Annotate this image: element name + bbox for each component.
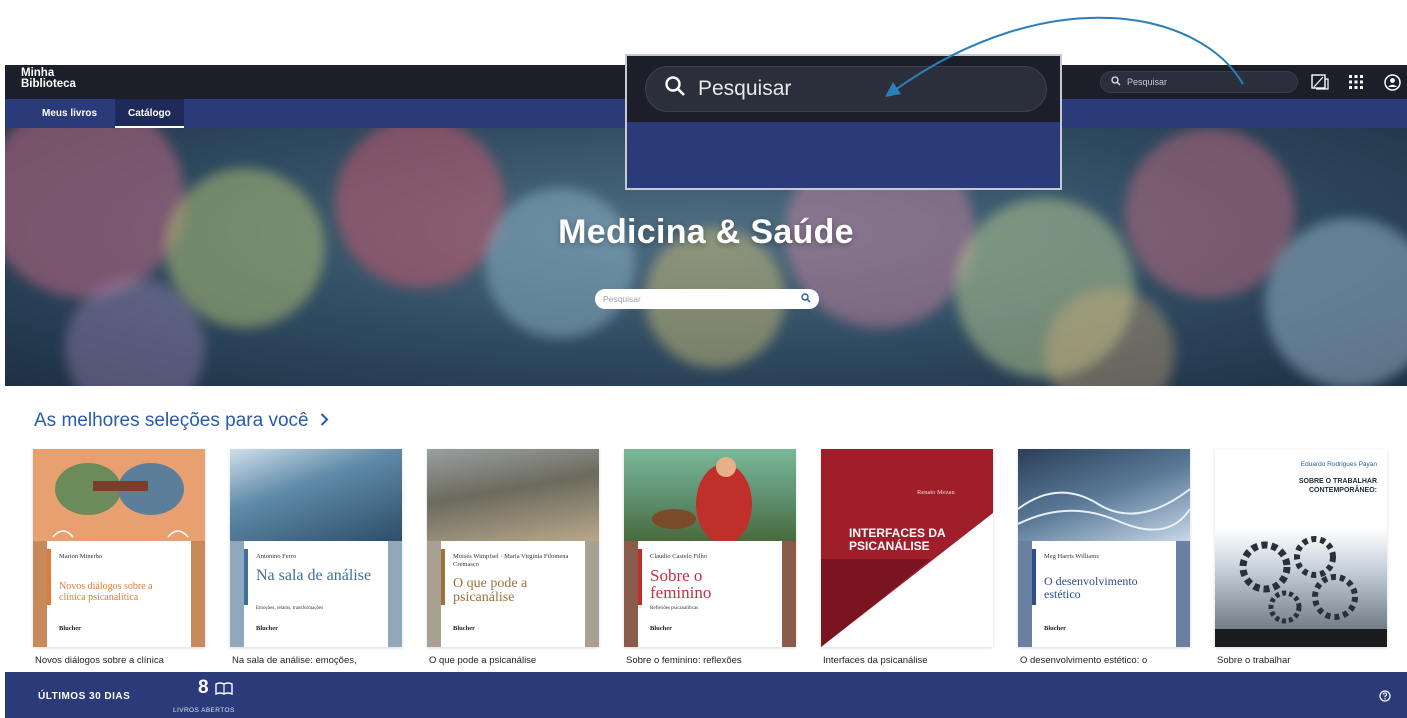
hero-search-placeholder: Pesquisar (603, 294, 641, 304)
cover-author: Claudio Castelo Filho (650, 553, 708, 560)
cover-mark (47, 549, 51, 605)
book-title[interactable]: Na sala de análise: emoções, (232, 655, 357, 666)
book-cover[interactable]: Marion Minerbo Novos diálogos sobre a cl… (33, 449, 205, 647)
cover-side (427, 541, 441, 647)
cover-author: Renato Mezan (917, 489, 955, 496)
book-cover[interactable]: Antonino Ferro Na sala de análise Emoçõe… (230, 449, 402, 647)
book-card[interactable]: Claudio Castelo Filho Sobre o feminino R… (624, 449, 796, 672)
section-title[interactable]: As melhores seleções para você (34, 410, 329, 432)
book-cover[interactable]: Moisés Wimpfsel · Maria Virginia Filomen… (427, 449, 599, 647)
book-title[interactable]: Sobre o feminino: reflexões (626, 655, 742, 666)
cover-subtitle: Reflexões psicanalíticas (650, 606, 699, 611)
cover-subtitle: Emoções, relatos, transformações (256, 606, 324, 611)
book-title[interactable]: O que pode a psicanálise (429, 655, 536, 666)
bokeh-decoration (485, 188, 635, 338)
book-cover[interactable]: Renato Mezan INTERFACES DA PSICANÁLISE B… (821, 449, 993, 647)
cover-author: Eduardo Rodrigues Payan (1300, 461, 1377, 468)
bokeh-decoration (335, 128, 505, 288)
cover-side (33, 541, 47, 647)
book-card[interactable]: Meg Harris Williams O desenvolvimento es… (1018, 449, 1190, 672)
logo-line-2: Biblioteca (21, 78, 76, 90)
help-icon[interactable] (1379, 689, 1391, 707)
top-search-placeholder: Pesquisar (1127, 77, 1168, 87)
cover-author: Meg Harris Williams (1044, 553, 1099, 560)
open-books-count: 8 (198, 677, 209, 698)
book-card[interactable]: Antonino Ferro Na sala de análise Emoçõe… (230, 449, 402, 672)
cover-publisher: Blucher (256, 625, 279, 632)
book-title[interactable]: Sobre o trabalhar (1217, 655, 1290, 666)
cover-side (585, 541, 599, 647)
period-label: ÚLTIMOS 30 DIAS (38, 691, 131, 702)
book-cover[interactable]: Eduardo Rodrigues Payan SOBRE O TRABALHA… (1215, 449, 1387, 647)
top-search-input[interactable]: Pesquisar (1100, 71, 1298, 93)
zoom-callout: Pesquisar (625, 54, 1062, 190)
cover-side (782, 541, 796, 647)
open-books-label: LIVROS ABERTOS (173, 707, 235, 714)
cover-title: Sobre o feminino (650, 566, 712, 602)
cover-publisher: Blucher (650, 625, 673, 632)
cover-title: Na sala de análise (256, 567, 372, 584)
books-row: Marion Minerbo Novos diálogos sobre a cl… (33, 449, 1393, 672)
cover-side (388, 541, 402, 647)
cover-art (33, 449, 205, 541)
cover-side (624, 541, 638, 647)
hero-title: Medicina & Saúde (558, 213, 854, 251)
account-icon[interactable] (1381, 71, 1403, 93)
cover-author: Moisés Wimpfsel · Maria Virginia Filomen… (453, 553, 569, 568)
cover-title: O desenvolvimento estético (1044, 574, 1138, 601)
book-title[interactable]: O desenvolvimento estético: o (1020, 655, 1147, 666)
cover-publisher: Blucher (1044, 625, 1067, 632)
tab-meus-livros[interactable]: Meus livros (29, 99, 110, 128)
cover-title: O que pode a psicanálise (453, 576, 528, 605)
cover-title: Novos diálogos sobre a clínica psicanalí… (59, 581, 153, 603)
tab-catalogo[interactable]: Catálogo (115, 99, 184, 128)
cover-mark (638, 549, 642, 605)
cover-art (230, 449, 402, 541)
cover-mark (1032, 549, 1036, 605)
cover-title: SOBRE O TRABALHAR CONTEMPORÂNEO: (1298, 478, 1377, 494)
digital-book-icon[interactable] (1309, 71, 1331, 93)
cover-author: Marion Minerbo (59, 553, 103, 560)
cover-author: Antonino Ferro (256, 553, 297, 560)
cover-art (427, 449, 599, 541)
book-title[interactable]: Interfaces da psicanálise (823, 655, 928, 666)
search-icon (664, 75, 686, 103)
cover-footer (1215, 629, 1387, 647)
search-icon[interactable] (801, 293, 811, 305)
callout-search-placeholder: Pesquisar (698, 77, 792, 100)
book-cover[interactable]: Claudio Castelo Filho Sobre o feminino R… (624, 449, 796, 647)
book-cover[interactable]: Meg Harris Williams O desenvolvimento es… (1018, 449, 1190, 647)
apps-grid-icon[interactable] (1345, 71, 1367, 93)
callout-search-input[interactable]: Pesquisar (645, 66, 1047, 112)
open-book-icon (215, 682, 233, 701)
app-frame: Minha Biblioteca Pesquisar Meus livros C… (0, 0, 1407, 718)
book-card[interactable]: Marion Minerbo Novos diálogos sobre a cl… (33, 449, 205, 672)
cover-art (624, 449, 796, 544)
book-card[interactable]: Eduardo Rodrigues Payan SOBRE O TRABALHA… (1215, 449, 1387, 672)
cover-mark (244, 549, 248, 605)
cover-publisher: Blucher (59, 625, 82, 632)
cover-side (1176, 541, 1190, 647)
book-card[interactable]: Moisés Wimpfsel · Maria Virginia Filomen… (427, 449, 599, 672)
cover-side (191, 541, 205, 647)
book-card[interactable]: Renato Mezan INTERFACES DA PSICANÁLISE B… (821, 449, 993, 672)
cover-publisher: Blucher (453, 625, 476, 632)
chevron-right-icon (320, 410, 329, 432)
top-icons (1295, 65, 1407, 99)
search-icon (1111, 76, 1121, 88)
cover-mark (441, 549, 445, 605)
stats-footer: ÚLTIMOS 30 DIAS 8 LIVROS ABERTOS (5, 672, 1407, 718)
book-title[interactable]: Novos diálogos sobre a clínica (35, 655, 164, 666)
cover-side (1018, 541, 1032, 647)
hero-search-input[interactable]: Pesquisar (595, 289, 819, 309)
section-title-text: As melhores seleções para você (34, 410, 309, 431)
cover-publisher: Blucher (849, 625, 872, 632)
app-logo[interactable]: Minha Biblioteca (21, 67, 76, 90)
cover-side (230, 541, 244, 647)
cover-title: INTERFACES DA PSICANÁLISE (849, 526, 946, 553)
cover-art (1018, 449, 1190, 541)
